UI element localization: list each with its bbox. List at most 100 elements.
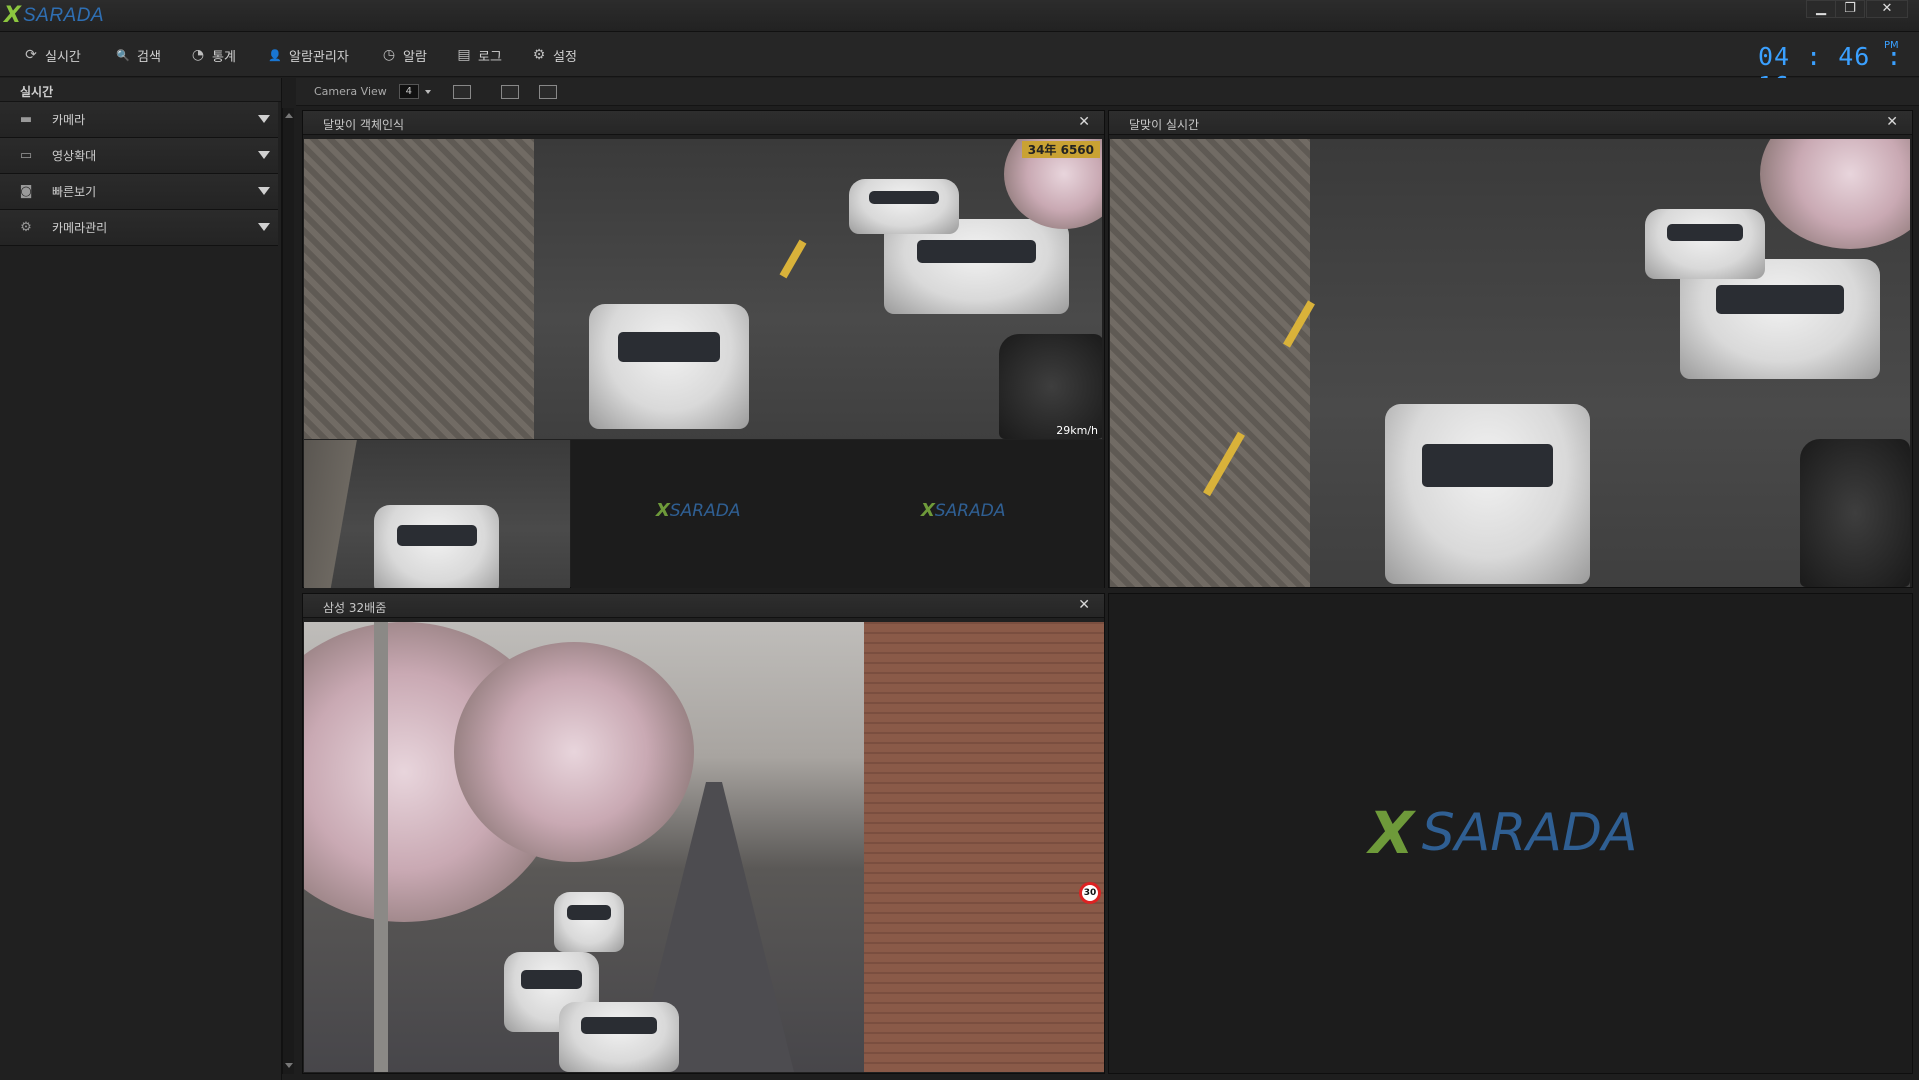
camera-panel-object-recognition[interactable]: 달맞이 객체인식 ✕ 34年 6560 29km/h X SARADA X SA… — [302, 110, 1105, 588]
watermark-mark-icon: X — [656, 500, 670, 521]
restore-button[interactable]: ❐ — [1835, 0, 1865, 18]
speed-limit-sign-icon: 30 — [1079, 882, 1101, 904]
camera-feed-main[interactable]: 34年 6560 29km/h — [304, 139, 1102, 439]
sidebar-item-quick-view[interactable]: ◙ 빠른보기 — [0, 174, 278, 210]
menu-live[interactable]: ⟳ 실시간 — [22, 44, 81, 66]
menu-settings-label: 설정 — [553, 49, 577, 65]
scroll-down-icon[interactable] — [285, 1063, 293, 1068]
panel-title: 달맞이 실시간 — [1129, 118, 1200, 132]
sidebar-scrollbar[interactable] — [282, 108, 294, 1074]
dark-car-image — [1800, 439, 1910, 587]
panel-title: 삼성 32배줌 — [323, 601, 387, 615]
main-menu-bar: ⟳ 실시간 🔍 검색 ◔ 통계 👤 알람관리자 ◷ 알람 ▤ 로그 ⚙ 설정 0… — [0, 32, 1919, 100]
parked-car-image — [849, 179, 959, 234]
camera-view-toolbar: Camera View 4 — [296, 78, 1919, 106]
logo-text: SARADA — [22, 4, 105, 26]
statistics-icon: ◔ — [191, 47, 205, 63]
multi-window-icon[interactable] — [538, 84, 557, 99]
menu-search[interactable]: 🔍 검색 — [114, 44, 161, 66]
watermark-mark-icon: X — [1369, 799, 1414, 867]
camera-manage-icon: ⚙ — [20, 220, 32, 235]
sidebar: 실시간 ▬ 카메라 ▭ 영상확대 ◙ 빠른보기 ⚙ 카메라관리 — [0, 78, 282, 1080]
cherry-blossom-image — [454, 642, 694, 862]
minimize-button[interactable]: ▁ — [1806, 0, 1836, 18]
camera-panel-empty[interactable]: X SARADA — [1108, 593, 1913, 1074]
camera-icon: ▬ — [19, 112, 33, 127]
parked-van-image — [554, 892, 624, 952]
plate-number-tag: 34年 6560 — [1021, 141, 1100, 158]
camera-panel-samsung-zoom[interactable]: 삼성 32배줌 ✕ 30 — [302, 593, 1105, 1074]
chevron-down-icon[interactable] — [258, 115, 270, 123]
brick-building-image — [864, 622, 1104, 1072]
app-logo: X SARADA — [4, 3, 104, 28]
dropdown-caret-icon[interactable] — [424, 89, 431, 94]
live-icon: ⟳ — [25, 47, 37, 63]
taxi-image — [559, 1002, 679, 1072]
chevron-down-icon[interactable] — [258, 151, 270, 159]
watermark-logo: X SARADA — [656, 500, 740, 521]
stone-wall-image — [304, 139, 534, 439]
menu-log-label: 로그 — [478, 49, 502, 65]
camera-feed-live[interactable] — [1110, 139, 1910, 587]
camera-feed-street[interactable]: 30 — [304, 622, 1104, 1072]
taxi-closeup-image — [374, 505, 499, 588]
sidebar-item-camera-manage[interactable]: ⚙ 카메라관리 — [0, 210, 278, 246]
clock-ampm: PM — [1884, 40, 1899, 51]
sidebar-item-label: 빠른보기 — [52, 185, 97, 199]
logo-mark-icon: X — [4, 3, 21, 28]
sidebar-item-camera[interactable]: ▬ 카메라 — [0, 102, 278, 138]
lane-marking — [779, 239, 807, 279]
sidebar-item-label: 카메라 — [52, 113, 86, 127]
menu-settings[interactable]: ⚙ 설정 — [530, 44, 577, 66]
panel-title: 달맞이 객체인식 — [323, 118, 405, 132]
log-icon: ▤ — [457, 47, 471, 63]
stone-wall-image — [1110, 139, 1310, 587]
menu-log[interactable]: ▤ 로그 — [455, 44, 502, 66]
watermark-logo: X SARADA — [1369, 799, 1638, 867]
quick-view-icon: ◙ — [19, 184, 33, 199]
menu-statistics-label: 통계 — [212, 49, 236, 65]
chevron-down-icon[interactable] — [258, 187, 270, 195]
single-view-icon[interactable] — [500, 84, 519, 99]
close-button[interactable]: ✕ — [1866, 0, 1908, 18]
close-icon[interactable]: ✕ — [1078, 114, 1090, 130]
panel-header: 달맞이 실시간 ✕ — [1109, 111, 1912, 135]
fullscreen-icon[interactable] — [452, 84, 471, 99]
alarm-icon: ◷ — [382, 47, 396, 63]
menu-live-label: 실시간 — [45, 49, 81, 65]
watermark-text: SARADA — [934, 500, 1006, 521]
watermark-logo: X SARADA — [921, 500, 1005, 521]
panel-header: 삼성 32배줌 ✕ — [303, 594, 1104, 618]
app-window: X SARADA ▁ ❐ ✕ ⟳ 실시간 🔍 검색 ◔ 통계 👤 알람관리자 ◷… — [0, 0, 1919, 1080]
camera-view-layout-select[interactable]: 4 — [398, 84, 419, 99]
camera-view-label: Camera View — [314, 85, 387, 98]
menu-alarm-label: 알람 — [403, 49, 427, 65]
sidebar-item-label: 영상확대 — [52, 149, 97, 163]
search-icon: 🔍 — [116, 48, 130, 62]
menu-search-label: 검색 — [137, 49, 161, 65]
sidebar-item-zoom[interactable]: ▭ 영상확대 — [0, 138, 278, 174]
panel-header: 달맞이 객체인식 ✕ — [303, 111, 1104, 135]
menu-alarm-manager[interactable]: 👤 알람관리자 — [266, 44, 349, 66]
empty-crop-slots: X SARADA X SARADA — [571, 440, 1104, 588]
camera-panel-live[interactable]: 달맞이 실시간 ✕ — [1108, 110, 1913, 588]
settings-icon: ⚙ — [532, 47, 546, 63]
menu-alarm[interactable]: ◷ 알람 — [380, 44, 427, 66]
chevron-down-icon[interactable] — [258, 223, 270, 231]
title-bar: X SARADA ▁ ❐ ✕ — [0, 0, 1919, 32]
menu-statistics[interactable]: ◔ 통계 — [189, 44, 236, 66]
sidebar-item-label: 카메라관리 — [52, 221, 108, 235]
sidebar-title: 실시간 — [0, 78, 281, 102]
alarm-manager-icon: 👤 — [268, 48, 282, 62]
cherry-blossom-image — [1760, 139, 1910, 249]
watermark-mark-icon: X — [921, 500, 935, 521]
taxi-image — [1385, 404, 1590, 584]
close-icon[interactable]: ✕ — [1078, 597, 1090, 613]
menu-alarm-manager-label: 알람관리자 — [289, 49, 349, 65]
scroll-up-icon[interactable] — [285, 113, 293, 118]
close-icon[interactable]: ✕ — [1886, 114, 1898, 130]
zoom-icon: ▭ — [19, 148, 33, 163]
watermark-text: SARADA — [1421, 803, 1638, 863]
camera-feed-crop[interactable] — [304, 440, 570, 588]
speed-readout: 29km/h — [1056, 424, 1098, 437]
